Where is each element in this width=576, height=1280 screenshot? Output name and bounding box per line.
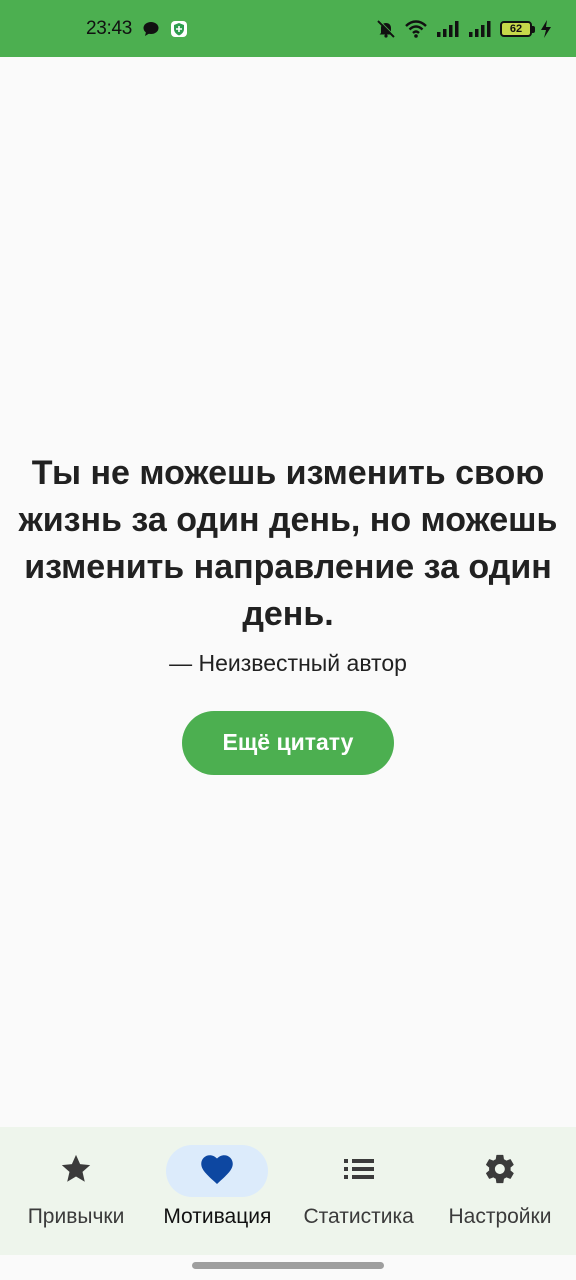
wifi-icon [404,19,428,39]
heart-icon [199,1152,235,1191]
quote-card: Ты не можешь изменить свою жизнь за один… [18,450,558,677]
shield-icon [170,20,188,38]
home-indicator[interactable] [192,1262,384,1269]
signal-icon [468,20,492,38]
status-bar: 23:43 62 [0,0,576,57]
nav-label-habits: Привычки [27,1205,125,1228]
nav-label-statistics: Статистика [303,1205,414,1228]
bottom-navigation: Привычки Мотивация Статистика Настройки [0,1127,576,1255]
signal-icon [436,20,460,38]
nav-item-statistics[interactable]: Статистика [289,1145,429,1229]
battery-level: 62 [509,22,523,35]
list-icon [343,1157,375,1186]
nav-icon-container [449,1145,551,1197]
star-icon [59,1152,93,1191]
quote-author: — Неизвестный автор [169,649,407,676]
nav-item-motivation[interactable]: Мотивация [147,1145,287,1229]
nav-icon-container-active [166,1145,269,1197]
next-quote-button[interactable]: Ещё цитату [182,710,394,775]
motivation-screen: Ты не можешь изменить свою жизнь за один… [0,57,576,1127]
nav-item-settings[interactable]: Настройки [430,1145,570,1229]
nav-icon-container [25,1145,127,1197]
quote-text: Ты не можешь изменить свою жизнь за один… [18,453,558,633]
status-time: 23:43 [86,17,133,39]
nav-item-habits[interactable]: Привычки [6,1145,146,1229]
nav-icon-container [308,1145,410,1197]
gear-icon [483,1152,517,1191]
bell-off-icon [376,19,396,39]
chat-bubble-icon [142,20,160,38]
battery-icon: 62 [500,20,535,37]
nav-label-settings: Настройки [448,1205,552,1228]
charging-icon [540,19,552,39]
nav-label-motivation: Мотивация [163,1205,272,1228]
